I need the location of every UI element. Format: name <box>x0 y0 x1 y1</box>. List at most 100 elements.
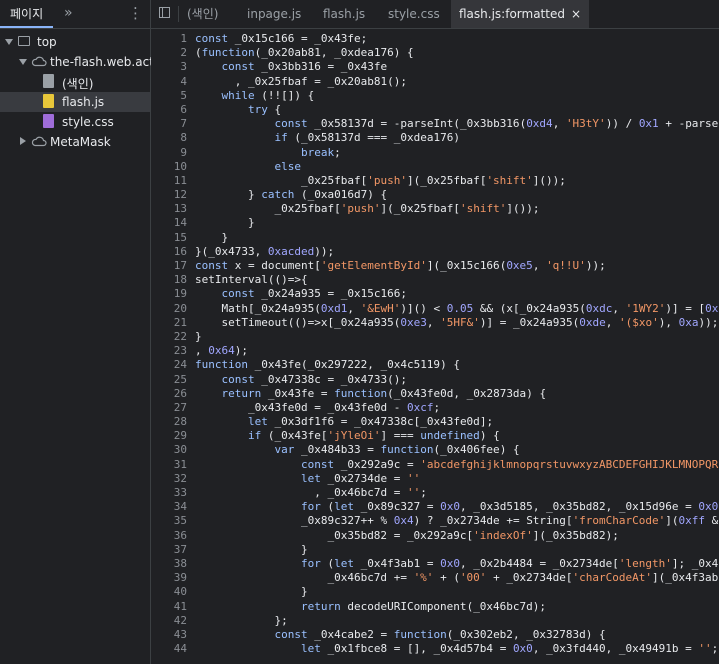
tree-item-style-css[interactable]: style.css <box>0 112 150 132</box>
line-number[interactable]: 9 <box>151 146 187 160</box>
line-number[interactable]: 14 <box>151 216 187 230</box>
line-number[interactable]: 43 <box>151 628 187 642</box>
code-line: 26 return _0x43fe = function(_0x43fe0d, … <box>151 387 719 401</box>
tab-page[interactable]: 페이지 <box>0 0 54 28</box>
line-number[interactable]: 21 <box>151 316 187 330</box>
line-number[interactable]: 40 <box>151 585 187 599</box>
line-number[interactable]: 10 <box>151 160 187 174</box>
line-number[interactable]: 44 <box>151 642 187 656</box>
code-line: 5 while (!![]) { <box>151 89 719 103</box>
code-text: } <box>195 329 202 343</box>
code-line: 23 , 0x64); <box>151 344 719 358</box>
code-line: 35 _0x89c327++ % 0x4) ? _0x2734de += Str… <box>151 514 719 528</box>
tab-flash-js-formatted[interactable]: flash.js:formatted × <box>451 0 590 28</box>
tree-item-label: style.css <box>62 115 114 129</box>
line-number[interactable]: 22 <box>151 330 187 344</box>
line-number[interactable]: 32 <box>151 472 187 486</box>
line-number[interactable]: 8 <box>151 131 187 145</box>
code-line: 33 , _0x46bc7d = ''; <box>151 486 719 500</box>
close-icon[interactable]: × <box>571 7 581 21</box>
code-line: 10 else <box>151 160 719 174</box>
line-number[interactable]: 39 <box>151 571 187 585</box>
code-line: 31 const _0x292a9c = 'abcdefghijklmnopqr… <box>151 458 719 472</box>
tree-item-label: top <box>37 35 57 49</box>
line-number[interactable]: 6 <box>151 103 187 117</box>
code-line: 22} <box>151 330 719 344</box>
line-number[interactable]: 1 <box>151 32 187 46</box>
line-number[interactable]: 16 <box>151 245 187 259</box>
line-number[interactable]: 42 <box>151 614 187 628</box>
line-number[interactable]: 27 <box>151 401 187 415</box>
line-number[interactable]: 24 <box>151 358 187 372</box>
line-number[interactable]: 36 <box>151 529 187 543</box>
code-text: const _0x24a935 = _0x15c166; <box>221 287 407 301</box>
tree-item-metamask[interactable]: MetaMask <box>0 132 150 152</box>
expand-arrow-icon[interactable] <box>19 59 27 65</box>
code-line: 18 setInterval(()=>{ <box>151 273 719 287</box>
line-number[interactable]: 20 <box>151 302 187 316</box>
toggle-navigator-icon[interactable] <box>159 7 170 18</box>
tree-item-domain[interactable]: the-flash.web.actf.co <box>0 52 175 72</box>
code-line: 30 var _0x484b33 = function(_0x406fee) { <box>151 443 719 457</box>
js-file-icon <box>43 94 54 108</box>
tab-flash-js[interactable]: flash.js <box>323 0 365 28</box>
kebab-menu-icon[interactable]: ⋮ <box>128 4 143 22</box>
line-number[interactable]: 33 <box>151 486 187 500</box>
tab-inpage-js[interactable]: inpage.js <box>247 0 301 28</box>
line-number[interactable]: 28 <box>151 415 187 429</box>
code-text: } <box>247 216 255 230</box>
double-chevron-icon[interactable]: » <box>64 5 73 21</box>
code-text: const _0x58137d = -parseInt(_0x3bb316(0x… <box>274 117 719 131</box>
code-text: }; <box>274 613 288 627</box>
code-line: 12 } catch (_0xa016d7) { <box>151 188 719 202</box>
line-number[interactable]: 35 <box>151 514 187 528</box>
line-number[interactable]: 2 <box>151 46 187 60</box>
tab-style-css[interactable]: style.css <box>388 0 440 28</box>
tree-item-top[interactable]: top <box>0 32 150 52</box>
code-line: 44 let _0x1fbce8 = [], _0x4d57b4 = 0x0, … <box>151 642 719 656</box>
line-number[interactable]: 34 <box>151 500 187 514</box>
code-text: let _0x3df1f6 = _0x47338c[_0x43fe0d]; <box>247 415 494 429</box>
code-line: 14 } <box>151 216 719 230</box>
code-editor[interactable]: 1 const _0x15c166 = _0x43fe; 2 (function(_0… <box>151 29 719 664</box>
line-number[interactable]: 3 <box>151 60 187 74</box>
code-line: 17 const x = document['getElementById'](_… <box>151 259 719 273</box>
line-number[interactable]: 31 <box>151 458 187 472</box>
line-number[interactable]: 41 <box>151 600 187 614</box>
line-number[interactable]: 37 <box>151 543 187 557</box>
editor-tabbar: (색인) inpage.js flash.js style.css flash.… <box>151 0 719 29</box>
code-text: const _0x3bb316 = _0x43fe <box>221 60 388 74</box>
line-number[interactable]: 11 <box>151 174 187 188</box>
line-number[interactable]: 23 <box>151 344 187 358</box>
line-number[interactable]: 38 <box>151 557 187 571</box>
tree-item-flash-js[interactable]: flash.js <box>0 92 150 112</box>
code-line: 16}(_0x4733, 0xacded)); <box>151 245 719 259</box>
code-text: const _0x4cabe2 = function(_0x302eb2, _0… <box>274 627 606 641</box>
line-number[interactable]: 26 <box>151 387 187 401</box>
code-text: let _0x2734de = '' <box>300 471 421 485</box>
line-number[interactable]: 30 <box>151 443 187 457</box>
line-number[interactable]: 7 <box>151 117 187 131</box>
code-text: for (let _0x89c327 = 0x0, _0x3d5185, _0x… <box>300 500 719 514</box>
line-number[interactable]: 18 <box>151 273 187 287</box>
line-number[interactable]: 4 <box>151 75 187 89</box>
expand-arrow-icon[interactable] <box>5 39 13 45</box>
code-text: setTimeout(()=>x[_0x24a935(0xe3, '5HF&')… <box>221 315 719 329</box>
tree-item-label: flash.js <box>62 95 105 109</box>
line-number[interactable]: 12 <box>151 188 187 202</box>
line-number[interactable]: 19 <box>151 287 187 301</box>
line-number[interactable]: 5 <box>151 89 187 103</box>
line-number[interactable]: 17 <box>151 259 187 273</box>
tab-index[interactable]: (색인) <box>187 0 218 28</box>
file-tree: top the-flash.web.actf.co (색인) flash.js … <box>0 29 175 152</box>
code-text: const x = document['getElementById'](_0x… <box>195 259 606 272</box>
collapse-arrow-icon[interactable] <box>20 137 26 145</box>
line-number[interactable]: 29 <box>151 429 187 443</box>
tree-item-index[interactable]: (색인) <box>0 72 150 92</box>
tree-item-label: MetaMask <box>50 135 111 149</box>
line-number[interactable]: 25 <box>151 373 187 387</box>
css-file-icon <box>43 114 54 128</box>
line-number[interactable]: 15 <box>151 231 187 245</box>
line-number[interactable]: 13 <box>151 202 187 216</box>
code-text: } <box>221 230 229 244</box>
